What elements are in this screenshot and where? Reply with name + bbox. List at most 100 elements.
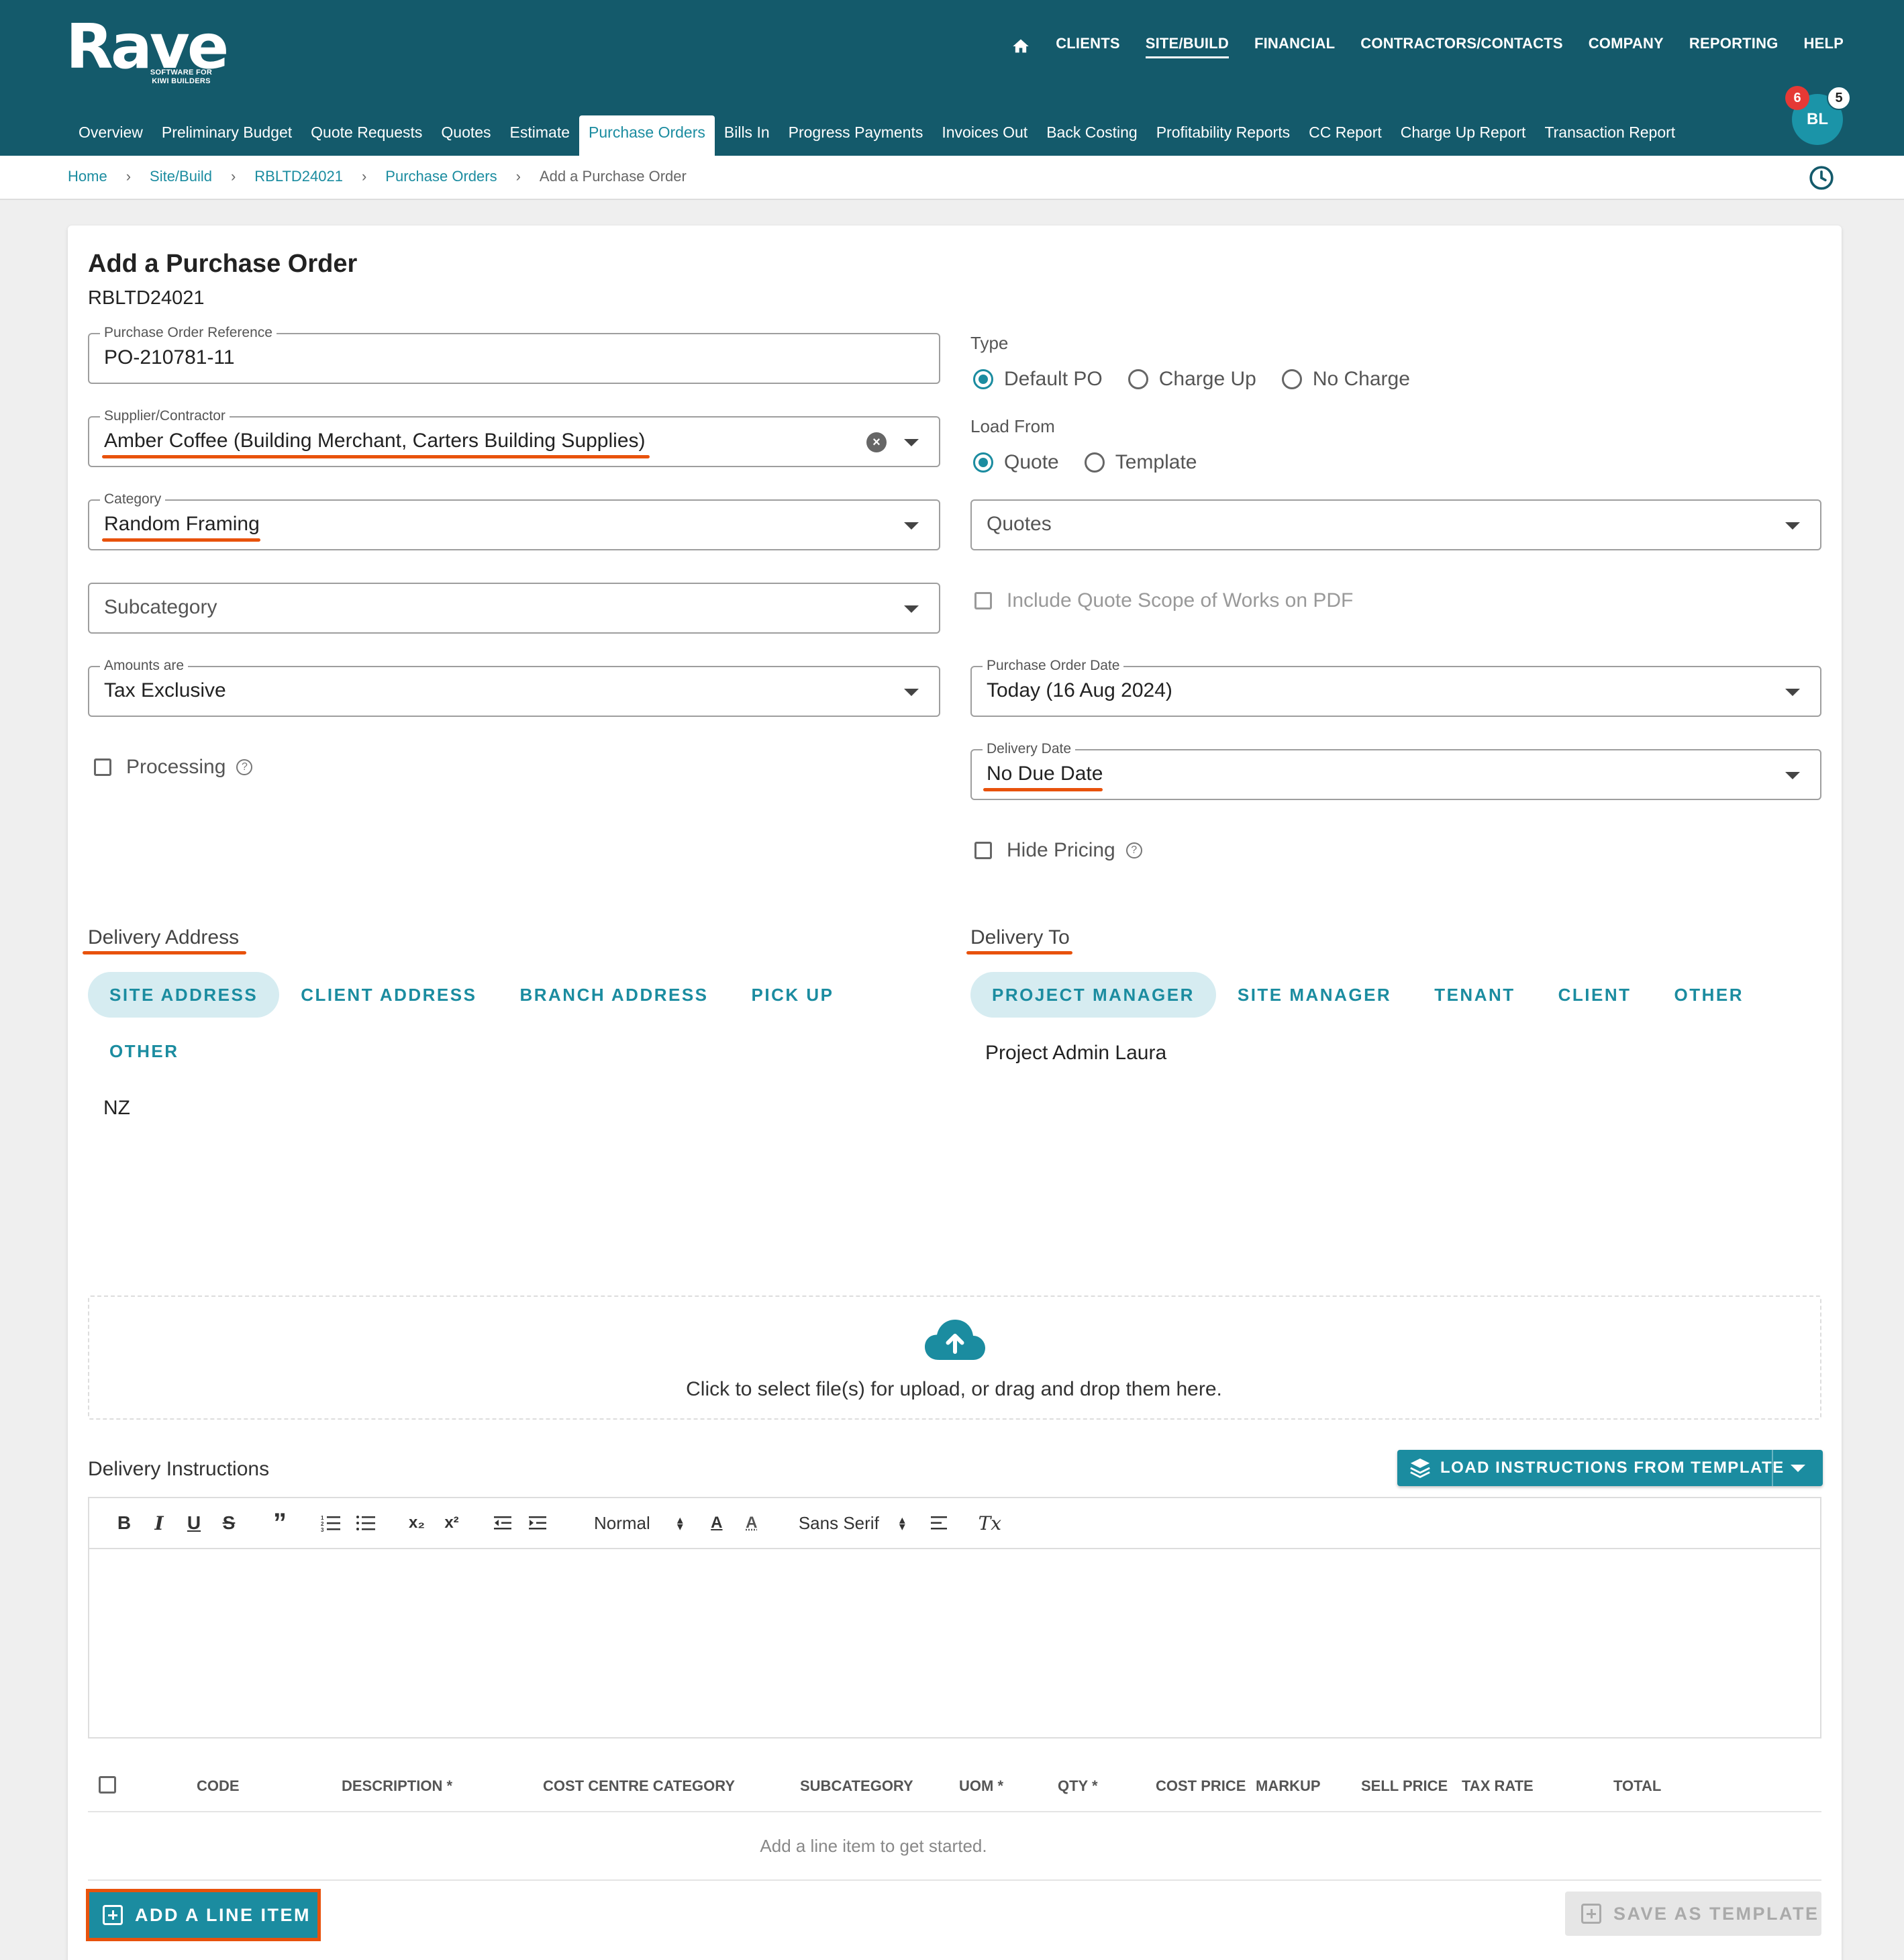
rave-logo[interactable]: Rave SOFTWARE FOR KIWI BUILDERS bbox=[66, 9, 229, 85]
tab-preliminary-budget[interactable]: Preliminary Budget bbox=[152, 115, 301, 156]
hide-pricing-checkbox[interactable]: Hide Pricing ? bbox=[974, 839, 1142, 862]
text-color-icon[interactable]: A bbox=[699, 1506, 734, 1540]
ordered-list-icon[interactable]: 123 bbox=[313, 1506, 348, 1540]
add-line-item-button[interactable]: ADD A LINE ITEM bbox=[86, 1889, 321, 1941]
bold-button[interactable]: B bbox=[107, 1506, 142, 1540]
include-scope-checkbox-box[interactable] bbox=[974, 592, 992, 609]
chip-pick-up[interactable]: PICK UP bbox=[730, 972, 856, 1018]
tab-transaction-report[interactable]: Transaction Report bbox=[1535, 115, 1685, 156]
quotes-select[interactable]: Quotes bbox=[970, 499, 1821, 550]
select-all-checkbox[interactable] bbox=[99, 1776, 116, 1794]
chip-site-manager[interactable]: SITE MANAGER bbox=[1216, 972, 1413, 1018]
radio-default-po[interactable]: Default PO bbox=[973, 368, 1103, 391]
include-scope-checkbox[interactable]: Include Quote Scope of Works on PDF bbox=[974, 589, 1353, 612]
radio-ring[interactable] bbox=[973, 369, 993, 389]
radio-no-charge[interactable]: No Charge bbox=[1281, 368, 1410, 391]
radio-quote[interactable]: Quote bbox=[973, 451, 1059, 474]
chevron-down-icon[interactable] bbox=[1785, 689, 1800, 696]
chevron-down-icon[interactable] bbox=[904, 439, 919, 446]
notification-badge[interactable]: 6 bbox=[1785, 86, 1809, 110]
tab-cc-report[interactable]: CC Report bbox=[1299, 115, 1391, 156]
radio-ring[interactable] bbox=[973, 452, 993, 473]
column-sell-price[interactable]: SELL PRICE bbox=[1361, 1777, 1448, 1795]
column-cost-centre-category[interactable]: COST CENTRE CATEGORY bbox=[543, 1777, 735, 1795]
category-select[interactable]: Category Random Framing bbox=[88, 491, 940, 550]
italic-button[interactable]: I bbox=[142, 1506, 177, 1540]
outdent-icon[interactable] bbox=[485, 1506, 520, 1540]
chip-client[interactable]: CLIENT bbox=[1537, 972, 1653, 1018]
background-color-icon[interactable]: A bbox=[734, 1506, 769, 1540]
home-icon[interactable] bbox=[1011, 37, 1030, 56]
font-family-select[interactable]: Sans Serif ▴ ▾ bbox=[799, 1513, 905, 1534]
save-as-template-button[interactable]: SAVE AS TEMPLATE bbox=[1565, 1892, 1821, 1936]
tab-estimate[interactable]: Estimate bbox=[501, 115, 579, 156]
breadcrumb-home[interactable]: Home bbox=[68, 168, 107, 185]
chevron-down-icon[interactable] bbox=[1785, 522, 1800, 530]
tab-progress-payments[interactable]: Progress Payments bbox=[779, 115, 933, 156]
amounts-select[interactable]: Amounts are Tax Exclusive bbox=[88, 658, 940, 717]
processing-checkbox-box[interactable] bbox=[94, 758, 111, 776]
radio-ring[interactable] bbox=[1128, 369, 1148, 389]
top-nav-site-build[interactable]: SITE/BUILD bbox=[1145, 34, 1229, 58]
chip-site-address[interactable]: SITE ADDRESS bbox=[88, 972, 280, 1018]
clear-icon[interactable]: × bbox=[866, 432, 887, 452]
top-nav-company[interactable]: COMPANY bbox=[1589, 34, 1664, 58]
underline-button[interactable]: U bbox=[177, 1506, 211, 1540]
chip-project-manager[interactable]: PROJECT MANAGER bbox=[970, 972, 1216, 1018]
top-nav-help[interactable]: HELP bbox=[1804, 34, 1844, 58]
chip-branch-address[interactable]: BRANCH ADDRESS bbox=[498, 972, 730, 1018]
bullet-list-icon[interactable] bbox=[348, 1506, 383, 1540]
load-instructions-template-button[interactable]: LOAD INSTRUCTIONS FROM TEMPLATE bbox=[1397, 1450, 1823, 1486]
chip-other-recipient[interactable]: OTHER bbox=[1653, 972, 1766, 1018]
processing-checkbox[interactable]: Processing ? bbox=[94, 756, 253, 779]
tab-back-costing[interactable]: Back Costing bbox=[1037, 115, 1147, 156]
align-icon[interactable] bbox=[921, 1506, 956, 1540]
chevron-down-icon[interactable] bbox=[904, 522, 919, 530]
po-reference-field[interactable]: Purchase Order Reference PO-210781-11 bbox=[88, 325, 940, 384]
help-icon[interactable]: ? bbox=[1125, 842, 1142, 859]
column-qty[interactable]: QTY * bbox=[1058, 1777, 1098, 1795]
column-total[interactable]: TOTAL bbox=[1613, 1777, 1661, 1795]
tab-overview[interactable]: Overview bbox=[69, 115, 152, 156]
chevron-down-icon[interactable] bbox=[904, 605, 919, 613]
tab-quote-requests[interactable]: Quote Requests bbox=[301, 115, 432, 156]
blockquote-button[interactable]: ” bbox=[262, 1506, 297, 1540]
radio-ring[interactable] bbox=[1281, 369, 1302, 389]
superscript-button[interactable]: x² bbox=[434, 1506, 469, 1540]
heading-format-select[interactable]: Normal ▴ ▾ bbox=[594, 1513, 683, 1534]
tab-bills-in[interactable]: Bills In bbox=[715, 115, 779, 156]
subscript-button[interactable]: x₂ bbox=[399, 1506, 434, 1540]
chevron-down-icon[interactable] bbox=[904, 689, 919, 696]
chip-tenant[interactable]: TENANT bbox=[1413, 972, 1536, 1018]
top-nav-clients[interactable]: CLIENTS bbox=[1056, 34, 1120, 58]
po-date-select[interactable]: Purchase Order Date Today (16 Aug 2024) bbox=[970, 658, 1821, 717]
breadcrumb-purchase-orders[interactable]: Purchase Orders bbox=[385, 168, 497, 185]
top-nav-reporting[interactable]: REPORTING bbox=[1689, 34, 1778, 58]
column-code[interactable]: CODE bbox=[197, 1777, 240, 1795]
top-nav-contractors-contacts[interactable]: CONTRACTORS/CONTACTS bbox=[1360, 34, 1562, 58]
message-badge[interactable]: 5 bbox=[1827, 86, 1851, 110]
chevron-down-icon[interactable] bbox=[1785, 772, 1800, 779]
tab-purchase-orders[interactable]: Purchase Orders bbox=[579, 115, 715, 156]
column-markup[interactable]: MARKUP bbox=[1256, 1777, 1321, 1795]
chip-client-address[interactable]: CLIENT ADDRESS bbox=[279, 972, 498, 1018]
tab-charge-up-report[interactable]: Charge Up Report bbox=[1391, 115, 1536, 156]
radio-ring[interactable] bbox=[1084, 452, 1105, 473]
top-nav-financial[interactable]: FINANCIAL bbox=[1254, 34, 1335, 58]
chip-other-address[interactable]: OTHER bbox=[88, 1028, 201, 1074]
column-uom[interactable]: UOM * bbox=[959, 1777, 1003, 1795]
delivery-date-select[interactable]: Delivery Date No Due Date bbox=[970, 741, 1821, 800]
breadcrumb-site-build[interactable]: Site/Build bbox=[150, 168, 212, 185]
delivery-instructions-editor[interactable]: B I U S ” 123 x₂ x² Normal ▴ ▾ A A Sans S… bbox=[88, 1497, 1821, 1738]
radio-charge-up[interactable]: Charge Up bbox=[1128, 368, 1256, 391]
tab-profitability-reports[interactable]: Profitability Reports bbox=[1147, 115, 1299, 156]
column-cost-price[interactable]: COST PRICE bbox=[1156, 1777, 1246, 1795]
column-subcategory[interactable]: SUBCATEGORY bbox=[800, 1777, 913, 1795]
subcategory-select[interactable]: Subcategory bbox=[88, 583, 940, 634]
history-clock-icon[interactable] bbox=[1808, 164, 1835, 191]
indent-icon[interactable] bbox=[520, 1506, 555, 1540]
breadcrumb-job[interactable]: RBLTD24021 bbox=[254, 168, 343, 185]
hide-pricing-checkbox-box[interactable] bbox=[974, 842, 992, 859]
strikethrough-button[interactable]: S bbox=[211, 1506, 246, 1540]
clear-formatting-button[interactable]: Tx bbox=[972, 1506, 1007, 1540]
